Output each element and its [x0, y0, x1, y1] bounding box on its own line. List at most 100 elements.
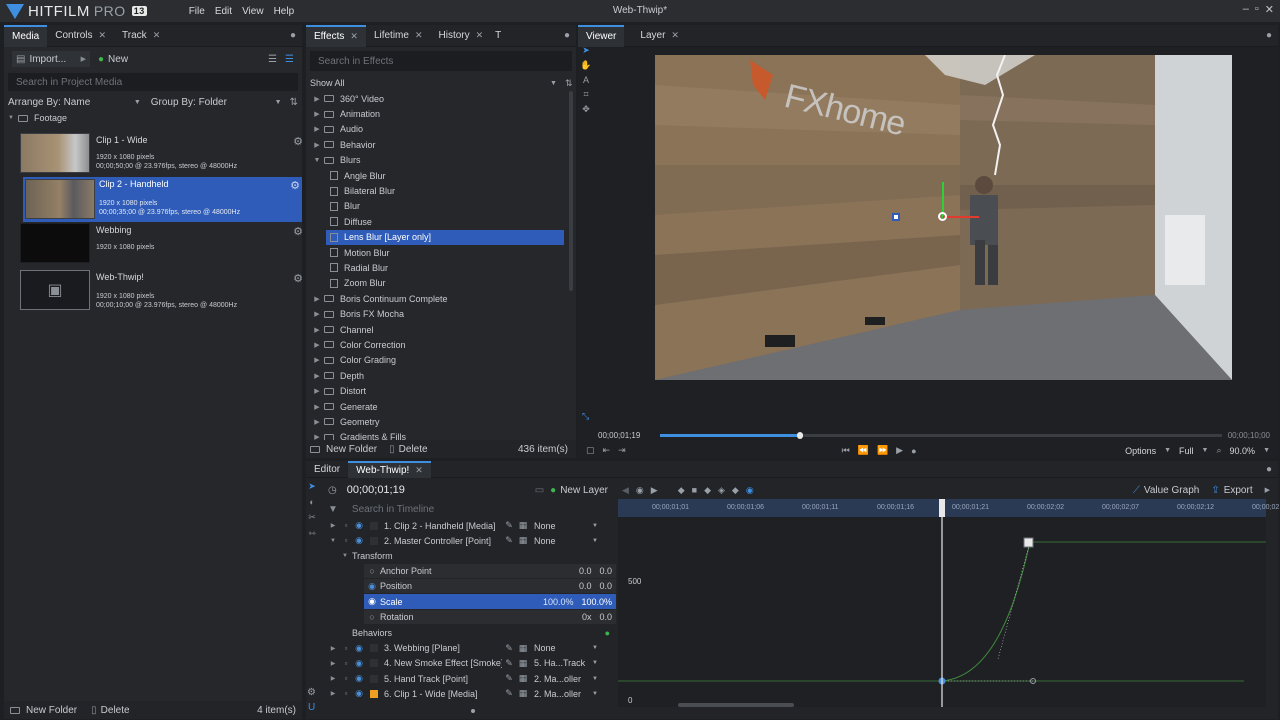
step-forward-icon[interactable]: ⏩ [877, 445, 888, 456]
blend-icon[interactable]: ▦ [516, 535, 530, 546]
loop-icon[interactable]: ● [911, 446, 916, 456]
effects-search-input[interactable]: Search in Effects [310, 51, 572, 71]
property-value-1[interactable]: 0.0 [579, 566, 592, 576]
chevron-right-icon[interactable]: ▶ [310, 341, 324, 349]
delete-button[interactable]: ▯ Delete [389, 444, 427, 455]
chevron-right-icon[interactable]: ▶ [310, 95, 324, 103]
chevron-right-icon[interactable]: ▶ [326, 675, 340, 682]
play-icon[interactable]: ▶ [896, 445, 903, 456]
gizmo-x-axis[interactable] [943, 216, 979, 218]
parent-select[interactable]: None [534, 643, 592, 653]
transform-group[interactable]: ▼ Transform [326, 549, 616, 564]
chevron-down-icon[interactable]: ▼ [326, 538, 340, 544]
tab-lifetime[interactable]: Lifetime ✕ [366, 25, 431, 47]
property-value-2[interactable]: 100.0% [581, 597, 612, 607]
media-item[interactable]: Webbing 1920 x 1080 pixels ⚙ [20, 223, 305, 267]
media-item[interactable]: ▣ Web-Thwip! 1920 x 1080 pixels 00;00;10… [20, 270, 305, 314]
close-icon[interactable]: ✕ [415, 30, 423, 41]
layer-row[interactable]: ▶ ▫ ◉ 4. New Smoke Effect [Smoke] ✎ ▦ 5. Ha...… [326, 656, 616, 671]
slide-tool-icon[interactable]: ⇿ [308, 528, 316, 539]
edit-icon[interactable]: ✎ [502, 658, 516, 669]
new-button[interactable]: ● New [98, 54, 128, 65]
eye-icon[interactable]: ◉ [352, 643, 366, 654]
property-value-1[interactable]: 0x [582, 612, 592, 622]
keyframe-toggle-icon[interactable]: ○ [364, 612, 380, 622]
parent-select[interactable]: 2. Ma...oller [534, 674, 592, 684]
chevron-down-icon[interactable]: ▼ [592, 676, 598, 682]
export-button[interactable]: ⇪ Export [1211, 485, 1252, 496]
import-button[interactable]: ▤ Import... ▶ [12, 51, 90, 67]
property-row[interactable]: ◉ Scale 100.0% 100.0% [364, 594, 616, 610]
chevron-down-icon[interactable]: ▼ [592, 538, 598, 544]
hold-keyframe-icon[interactable]: ■ [692, 485, 697, 495]
menu-edit[interactable]: Edit [215, 6, 232, 17]
linear-keyframe-icon[interactable]: ◆ [704, 485, 711, 496]
chevron-down-icon[interactable]: ▼ [592, 523, 598, 529]
layer-scroll[interactable] [326, 709, 616, 713]
razor-tool-icon[interactable]: ✂ [308, 512, 316, 523]
close-icon[interactable]: ✕ [350, 31, 358, 42]
tab-track[interactable]: Track ✕ [114, 25, 168, 47]
lock-icon[interactable]: ▫ [340, 644, 352, 653]
lock-icon[interactable]: ▫ [340, 536, 352, 545]
blend-icon[interactable]: ▦ [516, 688, 530, 699]
tab-editor[interactable]: Editor [306, 461, 348, 478]
behaviors-group[interactable]: Behaviors ● [326, 625, 616, 640]
chevron-right-icon[interactable]: ▶ [310, 356, 324, 364]
effect-category[interactable]: ▶ Depth [306, 368, 568, 383]
quality-select[interactable]: Full [1179, 446, 1194, 456]
property-row[interactable]: ○ Rotation 0x 0.0 [364, 609, 616, 626]
gear-icon[interactable]: ⚙ [293, 272, 303, 285]
eye-icon[interactable]: ◉ [352, 535, 366, 546]
chevron-right-icon[interactable]: ▶ [310, 141, 324, 149]
ease-keyframe-icon[interactable]: ◆ [732, 485, 739, 496]
list-view-icon[interactable]: ☰ [268, 54, 277, 65]
blend-icon[interactable]: ▦ [516, 520, 530, 531]
panel-menu-icon[interactable]: ● [564, 30, 570, 41]
crop-tool-icon[interactable]: ⌗ [583, 89, 588, 100]
keyframe-toggle-icon[interactable]: ◉ [364, 596, 380, 607]
lock-icon[interactable]: ▫ [340, 659, 352, 668]
parent-select[interactable]: 2. Ma...oller [534, 689, 592, 699]
chevron-down-icon[interactable]: ▼ [550, 80, 557, 87]
layer-row[interactable]: ▶ ▫ ◉ 5. Hand Track [Point] ✎ ▦ 2. Ma...oller ▼ [326, 671, 616, 686]
effect-category[interactable]: ▶ Boris FX Mocha [306, 306, 568, 321]
film-icon[interactable]: ▭ [535, 485, 544, 496]
eye-icon[interactable]: ◉ [352, 520, 366, 531]
prev-keyframe-icon[interactable]: ◀ [622, 485, 629, 496]
property-value-2[interactable]: 0.0 [599, 581, 612, 591]
chevron-right-icon[interactable]: ▶ [310, 418, 324, 426]
chevron-down-icon[interactable]: ▼ [310, 157, 324, 164]
panel-menu-icon[interactable]: ● [1266, 464, 1272, 475]
close-icon[interactable]: ✕ [153, 30, 161, 41]
maximize-button[interactable]: ▫ [1255, 3, 1259, 16]
panel-menu-icon[interactable]: ● [1266, 30, 1272, 41]
bezier-keyframe-icon[interactable]: ◈ [718, 485, 725, 496]
close-icon[interactable]: ✕ [99, 30, 107, 41]
keyframe-toggle-icon[interactable]: ○ [364, 566, 380, 576]
edit-icon[interactable]: ✎ [502, 673, 516, 684]
chevron-down-icon[interactable]: ▼ [592, 645, 598, 651]
mark-in-icon[interactable]: ⇤ [603, 445, 611, 456]
parent-select[interactable]: None [534, 521, 592, 531]
effect-category[interactable]: ▶ Behavior [306, 137, 568, 152]
text-tool-icon[interactable]: A [583, 75, 589, 85]
lock-icon[interactable]: ▫ [340, 689, 352, 698]
media-search-input[interactable]: Search in Project Media [8, 73, 298, 91]
effect-item[interactable]: Blur [306, 199, 568, 214]
value-graph-toggle[interactable]: ⟋ Value Graph [1133, 485, 1199, 496]
panel-menu-icon[interactable]: ● [290, 30, 296, 41]
timecode[interactable]: 00;00;01;19 [347, 484, 405, 496]
chevron-right-icon[interactable]: ▶ [310, 310, 324, 318]
blend-icon[interactable]: ▦ [516, 673, 530, 684]
mark-out-icon[interactable]: ⇥ [618, 445, 626, 456]
property-value-1[interactable]: 100.0% [543, 597, 574, 607]
tab-controls[interactable]: Controls ✕ [47, 25, 114, 47]
keyframe-icon[interactable]: ◆ [678, 485, 685, 496]
effect-item[interactable]: Bilateral Blur [306, 183, 568, 198]
chevron-down-icon[interactable]: ▼ [275, 99, 282, 106]
edit-icon[interactable]: ✎ [502, 535, 516, 546]
show-filter-select[interactable]: Show All [310, 78, 550, 88]
effect-category[interactable]: ▶ Color Grading [306, 353, 568, 368]
media-item-selected[interactable]: Clip 2 - Handheld 1920 x 1080 pixels 00;… [23, 177, 302, 222]
